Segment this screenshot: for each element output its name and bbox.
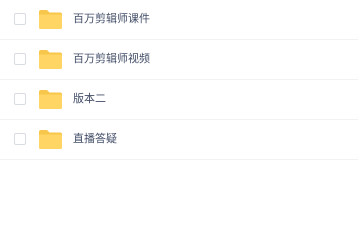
list-item[interactable]: 百万剪辑师课件 [0, 0, 358, 40]
list-item[interactable]: 直播答疑 [0, 120, 358, 160]
file-name[interactable]: 百万剪辑师课件 [73, 11, 150, 27]
folder-icon [39, 90, 62, 109]
row-checkbox[interactable] [14, 133, 26, 145]
folder-icon [39, 50, 62, 69]
file-name[interactable]: 版本二 [73, 91, 106, 107]
row-checkbox[interactable] [14, 13, 26, 25]
file-list: 百万剪辑师课件 百万剪辑师视频 版本二 直播答疑 [0, 0, 358, 160]
list-item[interactable]: 百万剪辑师视频 [0, 40, 358, 80]
list-item[interactable]: 版本二 [0, 80, 358, 120]
folder-icon [39, 130, 62, 149]
file-name[interactable]: 直播答疑 [73, 131, 117, 147]
folder-icon [39, 10, 62, 29]
row-checkbox[interactable] [14, 53, 26, 65]
file-name[interactable]: 百万剪辑师视频 [73, 51, 150, 67]
row-checkbox[interactable] [14, 93, 26, 105]
